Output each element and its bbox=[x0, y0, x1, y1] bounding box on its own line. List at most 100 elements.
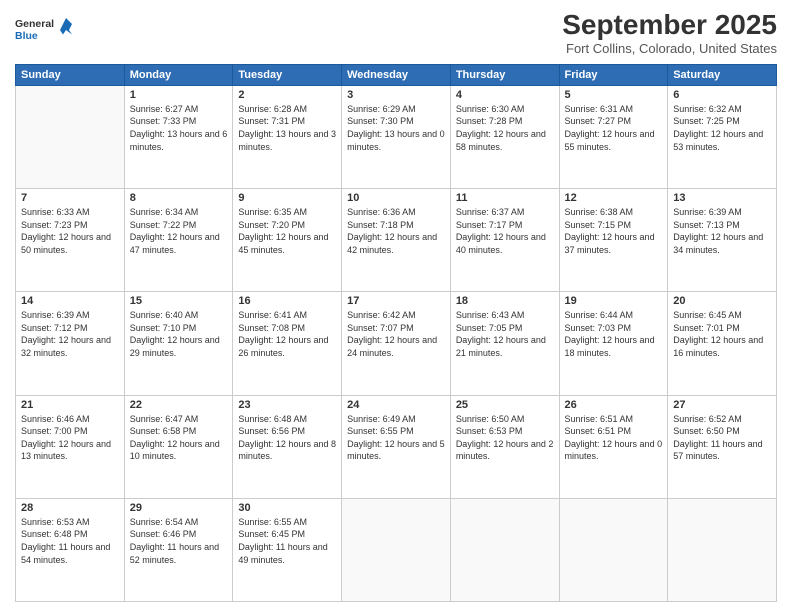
weekday-sunday: Sunday bbox=[16, 64, 125, 85]
calendar-cell: 29 Sunrise: 6:54 AMSunset: 6:46 PMDayligh… bbox=[124, 498, 233, 601]
day-number: 11 bbox=[456, 192, 554, 204]
day-number: 26 bbox=[565, 399, 663, 411]
calendar-cell: 6 Sunrise: 6:32 AMSunset: 7:25 PMDaylight… bbox=[668, 85, 777, 188]
calendar-cell: 21 Sunrise: 6:46 AMSunset: 7:00 PMDayligh… bbox=[16, 395, 125, 498]
month-title: September 2025 bbox=[562, 10, 777, 41]
calendar-cell bbox=[668, 498, 777, 601]
day-number: 27 bbox=[673, 399, 771, 411]
calendar-cell: 10 Sunrise: 6:36 AMSunset: 7:18 PMDayligh… bbox=[342, 189, 451, 292]
day-info: Sunrise: 6:34 AMSunset: 7:22 PMDaylight:… bbox=[130, 206, 228, 256]
day-info: Sunrise: 6:43 AMSunset: 7:05 PMDaylight:… bbox=[456, 309, 554, 359]
day-number: 10 bbox=[347, 192, 445, 204]
calendar-cell: 12 Sunrise: 6:38 AMSunset: 7:15 PMDayligh… bbox=[559, 189, 668, 292]
day-info: Sunrise: 6:40 AMSunset: 7:10 PMDaylight:… bbox=[130, 309, 228, 359]
day-number: 18 bbox=[456, 295, 554, 307]
calendar-cell: 26 Sunrise: 6:51 AMSunset: 6:51 PMDayligh… bbox=[559, 395, 668, 498]
day-info: Sunrise: 6:46 AMSunset: 7:00 PMDaylight:… bbox=[21, 413, 119, 463]
day-info: Sunrise: 6:27 AMSunset: 7:33 PMDaylight:… bbox=[130, 103, 228, 153]
calendar-cell: 25 Sunrise: 6:50 AMSunset: 6:53 PMDayligh… bbox=[450, 395, 559, 498]
week-row-2: 7 Sunrise: 6:33 AMSunset: 7:23 PMDaylight… bbox=[16, 189, 777, 292]
day-info: Sunrise: 6:45 AMSunset: 7:01 PMDaylight:… bbox=[673, 309, 771, 359]
day-info: Sunrise: 6:42 AMSunset: 7:07 PMDaylight:… bbox=[347, 309, 445, 359]
calendar-cell: 5 Sunrise: 6:31 AMSunset: 7:27 PMDaylight… bbox=[559, 85, 668, 188]
day-number: 23 bbox=[238, 399, 336, 411]
day-number: 24 bbox=[347, 399, 445, 411]
day-info: Sunrise: 6:32 AMSunset: 7:25 PMDaylight:… bbox=[673, 103, 771, 153]
day-info: Sunrise: 6:39 AMSunset: 7:12 PMDaylight:… bbox=[21, 309, 119, 359]
weekday-header: SundayMondayTuesdayWednesdayThursdayFrid… bbox=[16, 64, 777, 85]
calendar-cell: 19Sunrise: 6:44 AMSunset: 7:03 PMDayligh… bbox=[559, 292, 668, 395]
day-info: Sunrise: 6:50 AMSunset: 6:53 PMDaylight:… bbox=[456, 413, 554, 463]
day-number: 17 bbox=[347, 295, 445, 307]
day-number: 8 bbox=[130, 192, 228, 204]
week-row-5: 28Sunrise: 6:53 AMSunset: 6:48 PMDayligh… bbox=[16, 498, 777, 601]
day-info: Sunrise: 6:38 AMSunset: 7:15 PMDaylight:… bbox=[565, 206, 663, 256]
calendar-cell: 22Sunrise: 6:47 AMSunset: 6:58 PMDayligh… bbox=[124, 395, 233, 498]
week-row-3: 14 Sunrise: 6:39 AMSunset: 7:12 PMDayligh… bbox=[16, 292, 777, 395]
day-info: Sunrise: 6:52 AMSunset: 6:50 PMDaylight:… bbox=[673, 413, 771, 463]
location: Fort Collins, Colorado, United States bbox=[562, 41, 777, 56]
day-number: 2 bbox=[238, 89, 336, 101]
calendar-cell: 15 Sunrise: 6:40 AMSunset: 7:10 PMDayligh… bbox=[124, 292, 233, 395]
weekday-saturday: Saturday bbox=[668, 64, 777, 85]
day-number: 6 bbox=[673, 89, 771, 101]
day-number: 4 bbox=[456, 89, 554, 101]
day-info: Sunrise: 6:41 AMSunset: 7:08 PMDaylight:… bbox=[238, 309, 336, 359]
header: General Blue September 2025 Fort Collins… bbox=[15, 10, 777, 56]
calendar-cell bbox=[450, 498, 559, 601]
day-info: Sunrise: 6:33 AMSunset: 7:23 PMDaylight:… bbox=[21, 206, 119, 256]
calendar-cell: 9Sunrise: 6:35 AMSunset: 7:20 PMDaylight… bbox=[233, 189, 342, 292]
day-info: Sunrise: 6:37 AMSunset: 7:17 PMDaylight:… bbox=[456, 206, 554, 256]
day-info: Sunrise: 6:29 AMSunset: 7:30 PMDaylight:… bbox=[347, 103, 445, 153]
calendar-cell: 20 Sunrise: 6:45 AMSunset: 7:01 PMDayligh… bbox=[668, 292, 777, 395]
calendar-cell: 1 Sunrise: 6:27 AMSunset: 7:33 PMDaylight… bbox=[124, 85, 233, 188]
calendar-cell: 4Sunrise: 6:30 AMSunset: 7:28 PMDaylight… bbox=[450, 85, 559, 188]
calendar-cell: 2 Sunrise: 6:28 AMSunset: 7:31 PMDaylight… bbox=[233, 85, 342, 188]
page: General Blue September 2025 Fort Collins… bbox=[0, 0, 792, 612]
calendar-cell: 8 Sunrise: 6:34 AMSunset: 7:22 PMDaylight… bbox=[124, 189, 233, 292]
day-info: Sunrise: 6:53 AMSunset: 6:48 PMDaylight:… bbox=[21, 516, 119, 566]
day-number: 7 bbox=[21, 192, 119, 204]
day-number: 13 bbox=[673, 192, 771, 204]
calendar-cell bbox=[559, 498, 668, 601]
weekday-wednesday: Wednesday bbox=[342, 64, 451, 85]
day-info: Sunrise: 6:47 AMSunset: 6:58 PMDaylight:… bbox=[130, 413, 228, 463]
day-info: Sunrise: 6:51 AMSunset: 6:51 PMDaylight:… bbox=[565, 413, 663, 463]
day-number: 16 bbox=[238, 295, 336, 307]
day-info: Sunrise: 6:31 AMSunset: 7:27 PMDaylight:… bbox=[565, 103, 663, 153]
calendar-cell: 30Sunrise: 6:55 AMSunset: 6:45 PMDayligh… bbox=[233, 498, 342, 601]
day-info: Sunrise: 6:54 AMSunset: 6:46 PMDaylight:… bbox=[130, 516, 228, 566]
day-number: 20 bbox=[673, 295, 771, 307]
day-number: 12 bbox=[565, 192, 663, 204]
calendar-cell: 3Sunrise: 6:29 AMSunset: 7:30 PMDaylight… bbox=[342, 85, 451, 188]
weekday-thursday: Thursday bbox=[450, 64, 559, 85]
weekday-friday: Friday bbox=[559, 64, 668, 85]
calendar-cell bbox=[342, 498, 451, 601]
day-info: Sunrise: 6:36 AMSunset: 7:18 PMDaylight:… bbox=[347, 206, 445, 256]
day-number: 21 bbox=[21, 399, 119, 411]
weekday-monday: Monday bbox=[124, 64, 233, 85]
svg-text:Blue: Blue bbox=[15, 30, 38, 42]
calendar-body: 1 Sunrise: 6:27 AMSunset: 7:33 PMDaylight… bbox=[16, 85, 777, 601]
day-info: Sunrise: 6:35 AMSunset: 7:20 PMDaylight:… bbox=[238, 206, 336, 256]
calendar-cell: 14 Sunrise: 6:39 AMSunset: 7:12 PMDayligh… bbox=[16, 292, 125, 395]
day-info: Sunrise: 6:44 AMSunset: 7:03 PMDaylight:… bbox=[565, 309, 663, 359]
calendar-cell: 23 Sunrise: 6:48 AMSunset: 6:56 PMDayligh… bbox=[233, 395, 342, 498]
calendar-cell bbox=[16, 85, 125, 188]
day-number: 25 bbox=[456, 399, 554, 411]
day-number: 29 bbox=[130, 502, 228, 514]
calendar-cell: 16 Sunrise: 6:41 AMSunset: 7:08 PMDayligh… bbox=[233, 292, 342, 395]
day-info: Sunrise: 6:48 AMSunset: 6:56 PMDaylight:… bbox=[238, 413, 336, 463]
logo-svg: General Blue bbox=[15, 10, 75, 50]
day-number: 5 bbox=[565, 89, 663, 101]
calendar-cell: 7 Sunrise: 6:33 AMSunset: 7:23 PMDaylight… bbox=[16, 189, 125, 292]
day-number: 14 bbox=[21, 295, 119, 307]
week-row-1: 1 Sunrise: 6:27 AMSunset: 7:33 PMDaylight… bbox=[16, 85, 777, 188]
day-number: 1 bbox=[130, 89, 228, 101]
day-info: Sunrise: 6:28 AMSunset: 7:31 PMDaylight:… bbox=[238, 103, 336, 153]
day-info: Sunrise: 6:55 AMSunset: 6:45 PMDaylight:… bbox=[238, 516, 336, 566]
day-number: 15 bbox=[130, 295, 228, 307]
svg-text:General: General bbox=[15, 18, 54, 30]
calendar-cell: 24Sunrise: 6:49 AMSunset: 6:55 PMDayligh… bbox=[342, 395, 451, 498]
calendar-cell: 11 Sunrise: 6:37 AMSunset: 7:17 PMDayligh… bbox=[450, 189, 559, 292]
